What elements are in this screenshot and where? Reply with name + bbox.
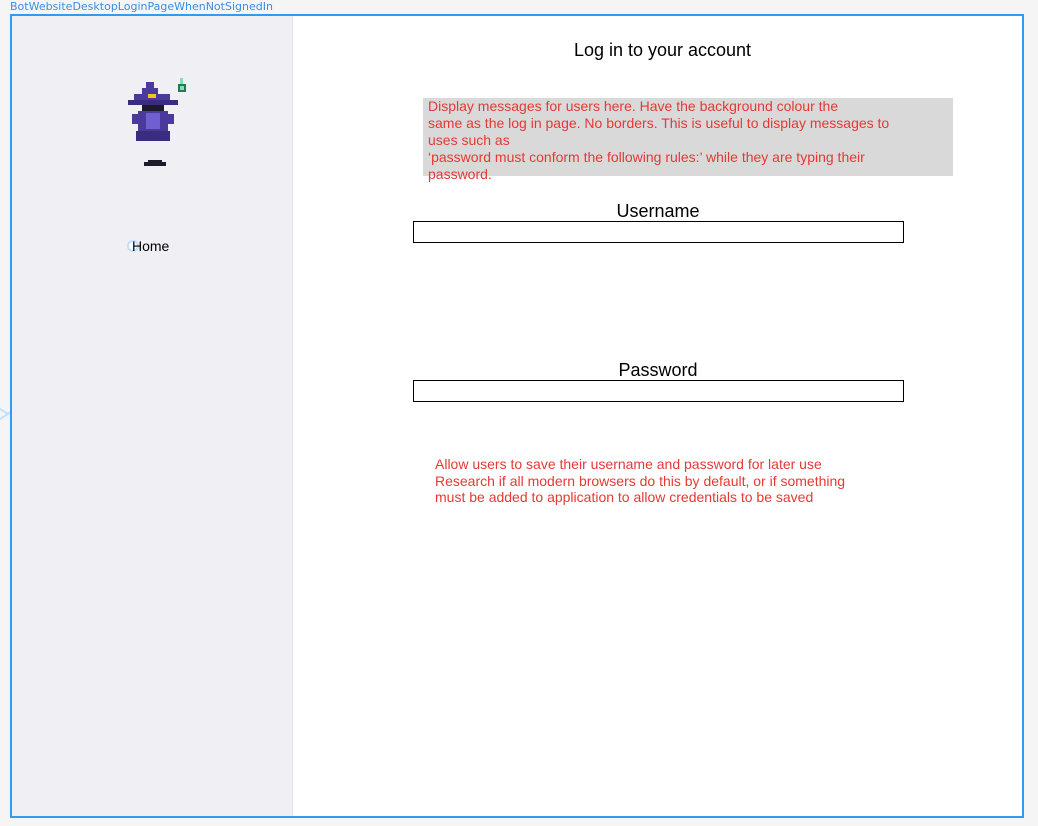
- page-title: Log in to your account: [573, 40, 752, 60]
- message-box: Display messages for users here. Have th…: [423, 98, 953, 182]
- username-input[interactable]: [413, 221, 904, 243]
- password-label: Password: [618, 360, 698, 380]
- message-line: ‘password must conform the following rul…: [428, 149, 865, 165]
- note-line: must be added to application to allow cr…: [435, 489, 814, 505]
- frame-label: BotWebsiteDesktopLoginPageWhenNotSignedI…: [10, 0, 273, 13]
- note-line: Research if all modern browsers do this …: [435, 472, 846, 489]
- wizard-icon: [128, 78, 186, 166]
- save-credentials-note: Allow users to save their username and p…: [435, 456, 905, 506]
- login-page-frame: Home Log in to your account Display mess…: [10, 14, 1024, 818]
- sidebar: Home: [12, 16, 293, 816]
- nav-home-link[interactable]: Home: [132, 238, 169, 254]
- note-line: Allow users to save their username and p…: [435, 456, 822, 472]
- username-label: Username: [616, 201, 700, 221]
- message-line: password.: [428, 166, 492, 182]
- main-content: Log in to your account Display messages …: [293, 16, 1022, 816]
- message-line: same as the log in page. No borders. Thi…: [428, 115, 890, 131]
- password-input[interactable]: [413, 380, 904, 402]
- message-line: uses such as: [428, 132, 510, 148]
- message-line: Display messages for users here. Have th…: [428, 98, 839, 114]
